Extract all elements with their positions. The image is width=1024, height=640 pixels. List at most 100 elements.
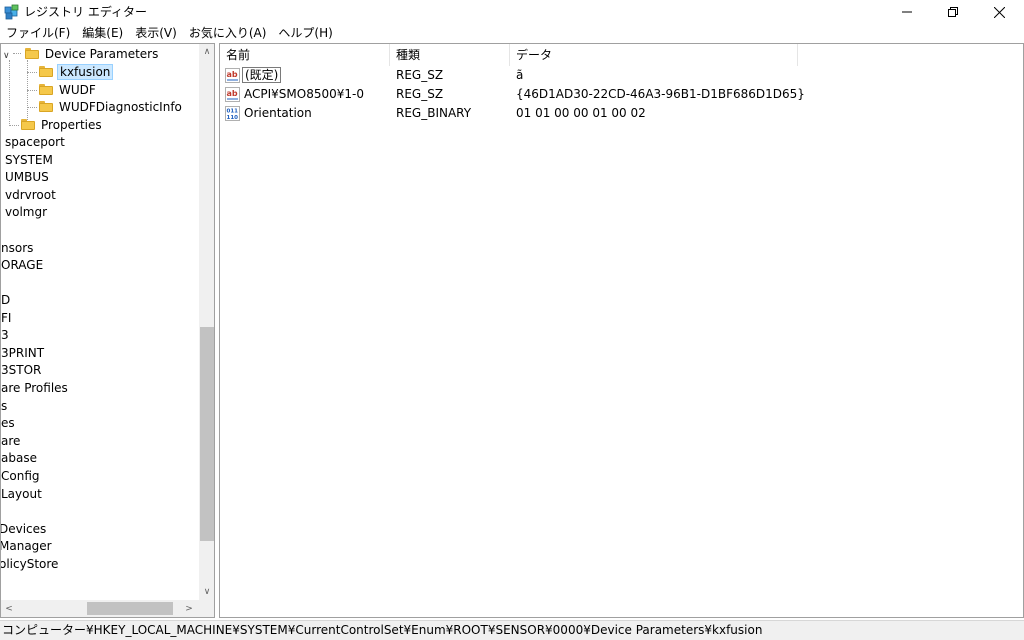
svg-text:110: 110 bbox=[227, 115, 239, 121]
tree-item-database[interactable]: abase bbox=[1, 450, 39, 467]
tree-item-label: SYSTEM bbox=[5, 153, 53, 167]
minimize-button[interactable] bbox=[884, 0, 930, 24]
tree-item-label: es bbox=[1, 416, 15, 430]
tree-guide-line bbox=[9, 60, 10, 126]
tree-item-es[interactable]: es bbox=[1, 415, 17, 432]
tree-item-wudfdiagnosticinfo[interactable]: WUDFDiagnosticInfo bbox=[39, 99, 184, 116]
tree-item-label: UMBUS bbox=[5, 170, 49, 184]
tree-item-label: volmgr bbox=[5, 205, 48, 219]
tree-item-label: Properties bbox=[41, 118, 102, 132]
tree-item-usb[interactable]: 3 bbox=[1, 327, 11, 344]
tree-item-usbstor[interactable]: 3STOR bbox=[1, 362, 43, 379]
string-value-icon: ab bbox=[225, 68, 240, 83]
value-type: REG_SZ bbox=[396, 87, 444, 101]
column-header-name[interactable]: 名前 bbox=[220, 44, 390, 66]
tree-item-d[interactable]: D bbox=[1, 292, 12, 309]
tree-item-label: kxfusion bbox=[57, 64, 114, 80]
value-data: 01 01 00 00 01 00 02 bbox=[516, 106, 646, 120]
tree-item-kxfusion[interactable]: kxfusion bbox=[39, 64, 114, 81]
tree-item-label: Manager bbox=[1, 539, 52, 553]
scroll-down-icon[interactable]: ∨ bbox=[199, 584, 214, 600]
tree-item-properties[interactable]: Properties bbox=[21, 117, 104, 134]
value-type: REG_SZ bbox=[396, 68, 444, 82]
registry-tree-pane[interactable]: ∨ Device Parameters kxfusion WUDF WUDFDi… bbox=[0, 43, 215, 618]
tree-item-label: spaceport bbox=[5, 135, 65, 149]
folder-icon bbox=[21, 119, 35, 130]
tree-item-label: Devices bbox=[1, 522, 47, 536]
close-button[interactable] bbox=[976, 0, 1022, 24]
tree-item-label: Config bbox=[1, 469, 40, 483]
tree-item-volmgr[interactable]: volmgr bbox=[3, 204, 49, 221]
tree-item-wudf[interactable]: WUDF bbox=[39, 82, 98, 99]
svg-text:011: 011 bbox=[227, 109, 239, 115]
value-type: REG_BINARY bbox=[396, 106, 472, 120]
tree-item-label: s bbox=[1, 399, 8, 413]
tree-item-devices[interactable]: Devices bbox=[1, 521, 48, 538]
menu-bar: ファイル(F) 編集(E) 表示(V) お気に入り(A) ヘルプ(H) bbox=[0, 24, 1024, 42]
restore-icon bbox=[948, 7, 958, 17]
tree-item-hardware-profiles[interactable]: are Profiles bbox=[1, 380, 70, 397]
tree-item-label: olicyStore bbox=[1, 557, 59, 571]
tree-item-vdrvroot[interactable]: vdrvroot bbox=[3, 187, 58, 204]
scroll-thumb[interactable] bbox=[200, 327, 214, 541]
scroll-thumb[interactable] bbox=[87, 602, 173, 615]
folder-icon bbox=[39, 84, 53, 95]
scroll-right-icon[interactable]: > bbox=[181, 600, 197, 617]
tree-item-label: FI bbox=[1, 311, 12, 325]
tree-item-label: D bbox=[1, 293, 11, 307]
expand-arrow-icon[interactable]: ∨ bbox=[3, 48, 13, 65]
tree-item-spaceport[interactable]: spaceport bbox=[3, 134, 67, 151]
value-row[interactable]: ab (既定) REG_SZ ã bbox=[220, 66, 1023, 85]
tree-item-storage[interactable]: ORAGE bbox=[1, 257, 45, 274]
tree-item-layout[interactable]: Layout bbox=[1, 486, 44, 503]
scroll-up-icon[interactable]: ∧ bbox=[199, 44, 214, 60]
string-value-icon: ab bbox=[225, 87, 240, 102]
menu-view[interactable]: 表示(V) bbox=[129, 24, 183, 42]
tree-item-label: vdrvroot bbox=[5, 188, 56, 202]
tree-item-config[interactable]: Config bbox=[1, 468, 42, 485]
tree-item-sensors[interactable]: nsors bbox=[1, 240, 35, 257]
tree-item-system[interactable]: SYSTEM bbox=[3, 152, 55, 169]
value-name: (既定) bbox=[242, 67, 282, 83]
tree-item-manager[interactable]: Manager bbox=[1, 538, 54, 555]
column-header-type[interactable]: 種類 bbox=[390, 44, 510, 66]
menu-edit[interactable]: 編集(E) bbox=[76, 24, 129, 42]
tree-guide-line bbox=[27, 72, 37, 73]
tree-item-label: nsors bbox=[1, 241, 34, 255]
value-row[interactable]: ab ACPI¥SMO8500¥1-0 REG_SZ {46D1AD30-22C… bbox=[220, 85, 1023, 104]
status-path: コンピューター¥HKEY_LOCAL_MACHINE¥SYSTEM¥Curren… bbox=[2, 623, 763, 637]
tree-item-usbprint[interactable]: 3PRINT bbox=[1, 345, 46, 362]
tree-guide-line bbox=[27, 90, 37, 91]
menu-favorites[interactable]: お気に入り(A) bbox=[183, 24, 273, 42]
tree-item-fi[interactable]: FI bbox=[1, 310, 13, 327]
menu-file[interactable]: ファイル(F) bbox=[0, 24, 76, 42]
tree-item-device-parameters[interactable]: ∨ Device Parameters bbox=[3, 46, 160, 63]
tree-item-label: abase bbox=[1, 451, 37, 465]
scroll-left-icon[interactable]: < bbox=[1, 600, 17, 617]
folder-icon bbox=[39, 66, 53, 77]
list-header: 名前 種類 データ bbox=[220, 44, 1023, 66]
binary-value-icon: 011 110 bbox=[225, 106, 240, 121]
tree-item-label: Layout bbox=[1, 487, 42, 501]
tree-item-policystore[interactable]: olicyStore bbox=[1, 556, 60, 573]
window-title: レジストリ エディター bbox=[24, 5, 147, 19]
tree-item-are[interactable]: are bbox=[1, 433, 22, 450]
tree-guide-line bbox=[9, 125, 19, 126]
tree-item-s[interactable]: s bbox=[1, 398, 9, 415]
tree-horizontal-scrollbar[interactable]: < > bbox=[1, 600, 199, 617]
value-row[interactable]: 011 110 Orientation REG_BINARY 01 01 00 … bbox=[220, 104, 1023, 123]
tree-item-label: 3STOR bbox=[1, 363, 42, 377]
restore-button[interactable] bbox=[930, 0, 976, 24]
tree-item-umbus[interactable]: UMBUS bbox=[3, 169, 51, 186]
tree-vertical-scrollbar[interactable]: ∧ ∨ bbox=[199, 44, 214, 600]
tree-item-label: WUDF bbox=[59, 83, 96, 97]
value-name: Orientation bbox=[244, 106, 312, 120]
title-bar: レジストリ エディター bbox=[0, 0, 1024, 24]
menu-help[interactable]: ヘルプ(H) bbox=[272, 24, 338, 42]
tree-item-label: 3PRINT bbox=[1, 346, 45, 360]
tree-item-label: Device Parameters bbox=[44, 47, 159, 61]
column-header-data[interactable]: データ bbox=[510, 44, 798, 66]
tree-item-label: are Profiles bbox=[1, 381, 68, 395]
values-list-pane[interactable]: 名前 種類 データ ab (既定) REG_SZ ã ab ACPI¥SMO85… bbox=[219, 43, 1024, 618]
tree-view: ∨ Device Parameters kxfusion WUDF WUDFDi… bbox=[1, 44, 199, 600]
